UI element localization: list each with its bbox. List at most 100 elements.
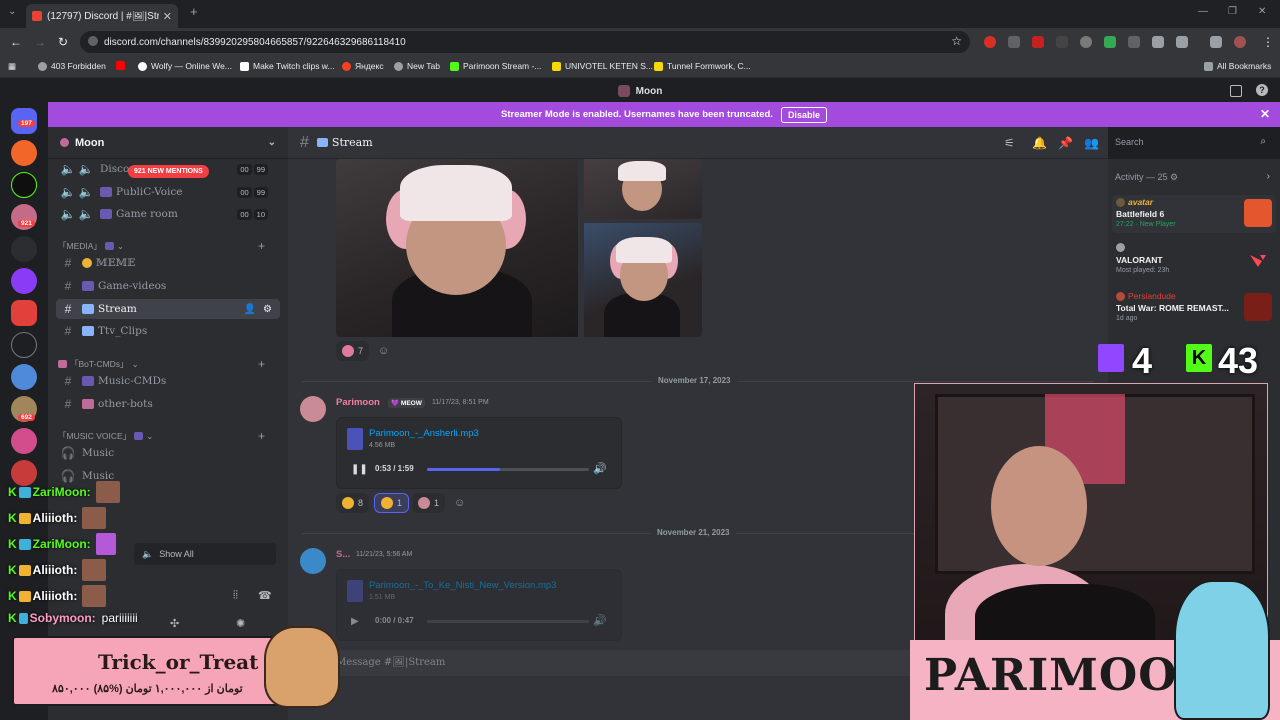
text-channel[interactable]: # other-bots [56,394,280,414]
extension-icon[interactable] [1056,36,1068,48]
bookmark-item[interactable]: UNIVOTEL KETEN S... [552,61,653,71]
restore-icon[interactable]: ❐ [1228,6,1237,17]
reaction[interactable]: 1 [374,493,410,513]
volume-icon[interactable]: 🔊 [593,614,607,627]
bookmark-star-icon[interactable]: ☆ [951,34,962,48]
server-icon[interactable] [11,140,37,166]
play-icon[interactable]: ▶ [351,616,359,627]
member-list-icon[interactable]: 👥 [1084,136,1099,150]
folder-icon[interactable] [11,236,37,262]
voice-channel[interactable]: 🔈 🔈 PubliC-Voice 00 99 [56,182,280,202]
server-icon[interactable] [11,428,37,454]
server-icon[interactable] [11,268,37,294]
add-channel-icon[interactable]: + [258,429,265,443]
activity-card[interactable]: VALORANT Most played: 23h [1112,241,1276,279]
all-bookmarks[interactable]: All Bookmarks [1204,61,1271,71]
menu-list-icon[interactable] [1210,36,1222,48]
voice-wave-icon[interactable]: ⦙⦙ [233,589,238,602]
server-icon[interactable] [11,300,37,326]
server-icon[interactable] [11,332,37,358]
close-tab-icon[interactable]: ✕ [163,10,172,23]
text-channel[interactable]: # Ttv_Clips [56,321,280,341]
add-reaction-icon[interactable]: ☺ [454,497,465,509]
bookmark-item[interactable]: New Tab [394,61,440,71]
bookmark-item[interactable]: Make Twitch clips w... [240,61,335,71]
disconnect-icon[interactable]: ☎ [258,589,272,602]
seek-bar[interactable] [427,620,589,623]
stream-image[interactable] [336,159,578,337]
browser-tab[interactable]: (12797) Discord | #🖼|Str ✕ [26,4,178,28]
stream-image[interactable] [584,159,702,219]
site-info-icon[interactable] [88,36,98,46]
bookmark-item[interactable]: Wolfy — Online We... [138,61,232,71]
minimize-icon[interactable]: — [1198,6,1208,17]
avatar[interactable] [300,548,326,574]
activity-icon[interactable]: ✣ [170,617,179,630]
activity-card[interactable]: Persiandude Total War: ROME REMAST... 1d… [1112,289,1276,327]
server-header[interactable]: Moon ⌄ [48,127,288,159]
forward-icon[interactable]: → [34,35,46,49]
omnibox[interactable]: discord.com/channels/839920295804665857/… [80,31,970,53]
text-channel[interactable]: # 𝕄𝔼𝕄𝔼 [56,253,280,273]
add-channel-icon[interactable]: + [258,357,265,371]
apps-grid-icon[interactable]: ▦ [8,61,16,72]
file-link[interactable]: Parimoon_-_To_Ke_Nisti_New_Version.mp3 [369,580,556,591]
bookmark-item[interactable]: Tunnel Formwork, C... [654,61,751,71]
back-icon[interactable]: ← [10,35,22,49]
search-input[interactable]: Search ⌕ [1108,132,1272,154]
text-channel-stream[interactable]: # Stream 👤 ⚙ [56,299,280,319]
server-icon[interactable] [11,364,37,390]
extension-icon[interactable] [1104,36,1116,48]
avatar[interactable] [300,396,326,422]
extension-icon[interactable] [1032,36,1044,48]
invite-icon[interactable]: 👤 [244,304,256,315]
add-reaction-icon[interactable]: ☺ [378,345,389,357]
message-author[interactable]: S... [336,549,350,560]
close-window-icon[interactable]: ✕ [1258,6,1266,17]
extension-icon[interactable] [984,36,996,48]
kebab-menu-icon[interactable]: ⋮ [1262,35,1274,49]
file-link[interactable]: Parimoon_-_Ansherli.mp3 [369,428,479,439]
category-media[interactable]: 「MEDIA」 ⌄ + [58,239,265,253]
tab-list-icon[interactable]: ⌄ [8,6,16,17]
youtube-bookmark[interactable] [116,61,125,70]
show-all-button[interactable]: 🔈 Show All [134,543,276,565]
chevron-right-icon[interactable]: › [1267,171,1270,182]
message-author[interactable]: Parimoon [336,397,380,408]
threads-icon[interactable]: ⚟ [1004,136,1015,150]
pause-icon[interactable]: ❚❚ [351,464,368,475]
category-music[interactable]: 「MUSIC VOICE」 ⌄ + [58,429,265,443]
voice-channel[interactable]: 🔈 🔈 Game room 00 10 [56,204,280,224]
reload-icon[interactable]: ↻ [58,35,68,49]
soundboard-icon[interactable]: ✺ [236,617,245,630]
bookmark-item[interactable]: 403 Forbidden [38,61,106,71]
stream-image[interactable] [584,223,702,337]
text-channel[interactable]: # Game-videos [56,276,280,296]
disable-button[interactable]: Disable [780,106,827,123]
new-tab-icon[interactable]: + [190,4,198,19]
puzzle-icon[interactable] [1176,36,1188,48]
category-bot[interactable]: 「BoT-CMDs」 ⌄ + [58,357,265,371]
new-mentions-pill[interactable]: 921 NEW MENTIONS [128,165,209,178]
gear-icon[interactable]: ⚙ [263,304,272,315]
shield-icon[interactable] [1152,36,1164,48]
reaction[interactable]: 1 [412,493,446,513]
extension-icon[interactable] [1128,36,1140,48]
extension-icon[interactable] [1080,36,1092,48]
help-icon[interactable]: ? [1256,84,1268,96]
reaction[interactable]: 8 [336,493,370,513]
activity-card[interactable]: avatar Battlefield 6 27:22 · New Player [1112,195,1276,233]
server-icon[interactable] [11,172,37,198]
bookmark-item[interactable]: Яндекс [342,61,384,71]
bell-icon[interactable]: 🔔 [1032,136,1047,150]
inbox-icon[interactable] [1230,85,1242,97]
close-banner-icon[interactable]: ✕ [1260,107,1270,121]
profile-avatar[interactable] [1234,36,1246,48]
voice-channel[interactable]: 🎧 Music [56,443,280,463]
volume-icon[interactable]: 🔊 [593,462,607,475]
seek-bar[interactable] [427,468,589,471]
chevron-down-icon[interactable]: ⌄ [268,137,276,148]
bookmark-item[interactable]: Parimoon Stream -... [450,61,541,71]
add-channel-icon[interactable]: + [258,239,265,253]
reaction[interactable]: 7 [336,341,370,361]
